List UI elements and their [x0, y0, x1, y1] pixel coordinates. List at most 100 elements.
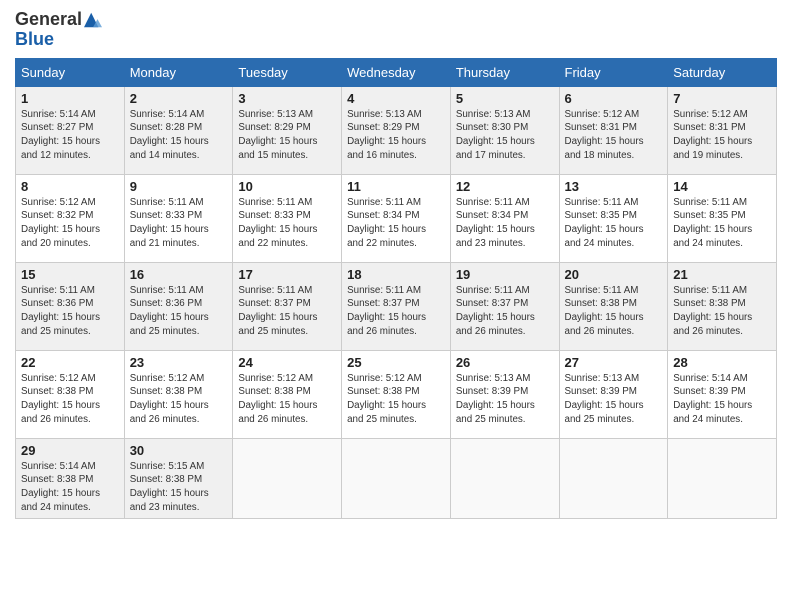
table-cell: 2Sunrise: 5:14 AM Sunset: 8:28 PM Daylig… — [124, 86, 233, 174]
week-row-4: 22Sunrise: 5:12 AM Sunset: 8:38 PM Dayli… — [16, 350, 777, 438]
calendar-page: GeneralBlue SundayMondayTuesdayWednesday… — [0, 0, 792, 612]
week-row-1: 1Sunrise: 5:14 AM Sunset: 8:27 PM Daylig… — [16, 86, 777, 174]
header-wednesday: Wednesday — [342, 58, 451, 86]
table-cell — [450, 438, 559, 519]
day-number: 12 — [456, 179, 554, 194]
table-cell: 12 Sunrise: 5:11 AM Sunset: 8:34 PM Dayli… — [450, 174, 559, 262]
day-number: 23 — [130, 355, 228, 370]
day-number: 14 — [673, 179, 771, 194]
table-cell: 1Sunrise: 5:14 AM Sunset: 8:27 PM Daylig… — [16, 86, 125, 174]
table-cell: 14 Sunrise: 5:11 AM Sunset: 8:35 PM Dayli… — [668, 174, 777, 262]
table-cell: 10Sunrise: 5:11 AM Sunset: 8:33 PM Dayli… — [233, 174, 342, 262]
table-cell: 5Sunrise: 5:13 AM Sunset: 8:30 PM Daylig… — [450, 86, 559, 174]
day-number: 10 — [238, 179, 336, 194]
day-info: Sunrise: 5:11 AM Sunset: 8:36 PM Dayligh… — [21, 284, 119, 339]
day-number: 24 — [238, 355, 336, 370]
day-info: Sunrise: 5:13 AM Sunset: 8:39 PM Dayligh… — [456, 372, 554, 427]
day-number: 16 — [130, 267, 228, 282]
header-sunday: Sunday — [16, 58, 125, 86]
day-info: Sunrise: 5:11 AM Sunset: 8:35 PM Dayligh… — [673, 196, 771, 251]
day-info: Sunrise: 5:11 AM Sunset: 8:36 PM Dayligh… — [130, 284, 228, 339]
day-number: 13 — [565, 179, 663, 194]
day-info: Sunrise: 5:13 AM Sunset: 8:29 PM Dayligh… — [347, 108, 445, 163]
week-row-3: 15 Sunrise: 5:11 AM Sunset: 8:36 PM Dayli… — [16, 262, 777, 350]
table-cell: 25Sunrise: 5:12 AM Sunset: 8:38 PM Dayli… — [342, 350, 451, 438]
day-info: Sunrise: 5:13 AM Sunset: 8:29 PM Dayligh… — [238, 108, 336, 163]
day-number: 30 — [130, 443, 228, 458]
day-number: 17 — [238, 267, 336, 282]
table-cell: 28 Sunrise: 5:14 AM Sunset: 8:39 PM Dayli… — [668, 350, 777, 438]
day-info: Sunrise: 5:12 AM Sunset: 8:32 PM Dayligh… — [21, 196, 119, 251]
header-thursday: Thursday — [450, 58, 559, 86]
table-cell: 13 Sunrise: 5:11 AM Sunset: 8:35 PM Dayli… — [559, 174, 668, 262]
table-cell: 21 Sunrise: 5:11 AM Sunset: 8:38 PM Dayli… — [668, 262, 777, 350]
day-info: Sunrise: 5:11 AM Sunset: 8:38 PM Dayligh… — [565, 284, 663, 339]
day-info: Sunrise: 5:15 AM Sunset: 8:38 PM Dayligh… — [130, 460, 228, 515]
day-number: 6 — [565, 91, 663, 106]
header-saturday: Saturday — [668, 58, 777, 86]
day-number: 21 — [673, 267, 771, 282]
table-cell: 22Sunrise: 5:12 AM Sunset: 8:38 PM Dayli… — [16, 350, 125, 438]
day-info: Sunrise: 5:11 AM Sunset: 8:38 PM Dayligh… — [673, 284, 771, 339]
table-cell: 18Sunrise: 5:11 AM Sunset: 8:37 PM Dayli… — [342, 262, 451, 350]
day-number: 7 — [673, 91, 771, 106]
header-monday: Monday — [124, 58, 233, 86]
header-tuesday: Tuesday — [233, 58, 342, 86]
table-cell: 24 Sunrise: 5:12 AM Sunset: 8:38 PM Dayli… — [233, 350, 342, 438]
table-cell: 9Sunrise: 5:11 AM Sunset: 8:33 PM Daylig… — [124, 174, 233, 262]
day-number: 5 — [456, 91, 554, 106]
day-number: 18 — [347, 267, 445, 282]
day-info: Sunrise: 5:12 AM Sunset: 8:31 PM Dayligh… — [673, 108, 771, 163]
table-cell — [233, 438, 342, 519]
header-friday: Friday — [559, 58, 668, 86]
table-cell: 6 Sunrise: 5:12 AM Sunset: 8:31 PM Daylig… — [559, 86, 668, 174]
table-cell: 23 Sunrise: 5:12 AM Sunset: 8:38 PM Dayli… — [124, 350, 233, 438]
day-info: Sunrise: 5:12 AM Sunset: 8:38 PM Dayligh… — [347, 372, 445, 427]
table-cell: 17 Sunrise: 5:11 AM Sunset: 8:37 PM Dayli… — [233, 262, 342, 350]
day-info: Sunrise: 5:12 AM Sunset: 8:38 PM Dayligh… — [238, 372, 336, 427]
day-number: 4 — [347, 91, 445, 106]
table-cell: 19 Sunrise: 5:11 AM Sunset: 8:37 PM Dayli… — [450, 262, 559, 350]
day-number: 27 — [565, 355, 663, 370]
day-info: Sunrise: 5:12 AM Sunset: 8:31 PM Dayligh… — [565, 108, 663, 163]
day-info: Sunrise: 5:14 AM Sunset: 8:39 PM Dayligh… — [673, 372, 771, 427]
week-row-2: 8Sunrise: 5:12 AM Sunset: 8:32 PM Daylig… — [16, 174, 777, 262]
header: GeneralBlue — [15, 10, 777, 50]
day-number: 29 — [21, 443, 119, 458]
logo-blue: Blue — [15, 30, 104, 50]
table-cell: 15 Sunrise: 5:11 AM Sunset: 8:36 PM Dayli… — [16, 262, 125, 350]
table-cell — [342, 438, 451, 519]
day-info: Sunrise: 5:11 AM Sunset: 8:33 PM Dayligh… — [130, 196, 228, 251]
table-cell: 30 Sunrise: 5:15 AM Sunset: 8:38 PM Dayli… — [124, 438, 233, 519]
day-info: Sunrise: 5:12 AM Sunset: 8:38 PM Dayligh… — [130, 372, 228, 427]
table-cell: 20 Sunrise: 5:11 AM Sunset: 8:38 PM Dayli… — [559, 262, 668, 350]
table-cell: 11Sunrise: 5:11 AM Sunset: 8:34 PM Dayli… — [342, 174, 451, 262]
day-info: Sunrise: 5:11 AM Sunset: 8:37 PM Dayligh… — [456, 284, 554, 339]
day-number: 28 — [673, 355, 771, 370]
day-info: Sunrise: 5:14 AM Sunset: 8:28 PM Dayligh… — [130, 108, 228, 163]
table-cell: 26Sunrise: 5:13 AM Sunset: 8:39 PM Dayli… — [450, 350, 559, 438]
table-cell: 7 Sunrise: 5:12 AM Sunset: 8:31 PM Daylig… — [668, 86, 777, 174]
table-cell: 3 Sunrise: 5:13 AM Sunset: 8:29 PM Daylig… — [233, 86, 342, 174]
table-cell: 29 Sunrise: 5:14 AM Sunset: 8:38 PM Dayli… — [16, 438, 125, 519]
day-number: 20 — [565, 267, 663, 282]
day-info: Sunrise: 5:11 AM Sunset: 8:34 PM Dayligh… — [456, 196, 554, 251]
logo-icon — [82, 11, 104, 29]
table-cell: 16 Sunrise: 5:11 AM Sunset: 8:36 PM Dayli… — [124, 262, 233, 350]
day-info: Sunrise: 5:11 AM Sunset: 8:37 PM Dayligh… — [238, 284, 336, 339]
day-info: Sunrise: 5:11 AM Sunset: 8:35 PM Dayligh… — [565, 196, 663, 251]
day-info: Sunrise: 5:13 AM Sunset: 8:39 PM Dayligh… — [565, 372, 663, 427]
day-number: 19 — [456, 267, 554, 282]
day-number: 11 — [347, 179, 445, 194]
table-cell — [668, 438, 777, 519]
table-cell — [559, 438, 668, 519]
logo-general: General — [15, 10, 82, 30]
day-number: 15 — [21, 267, 119, 282]
calendar-table: SundayMondayTuesdayWednesdayThursdayFrid… — [15, 58, 777, 520]
day-number: 3 — [238, 91, 336, 106]
calendar-header-row: SundayMondayTuesdayWednesdayThursdayFrid… — [16, 58, 777, 86]
table-cell: 4 Sunrise: 5:13 AM Sunset: 8:29 PM Daylig… — [342, 86, 451, 174]
day-info: Sunrise: 5:14 AM Sunset: 8:38 PM Dayligh… — [21, 460, 119, 515]
day-number: 1 — [21, 91, 119, 106]
day-info: Sunrise: 5:12 AM Sunset: 8:38 PM Dayligh… — [21, 372, 119, 427]
